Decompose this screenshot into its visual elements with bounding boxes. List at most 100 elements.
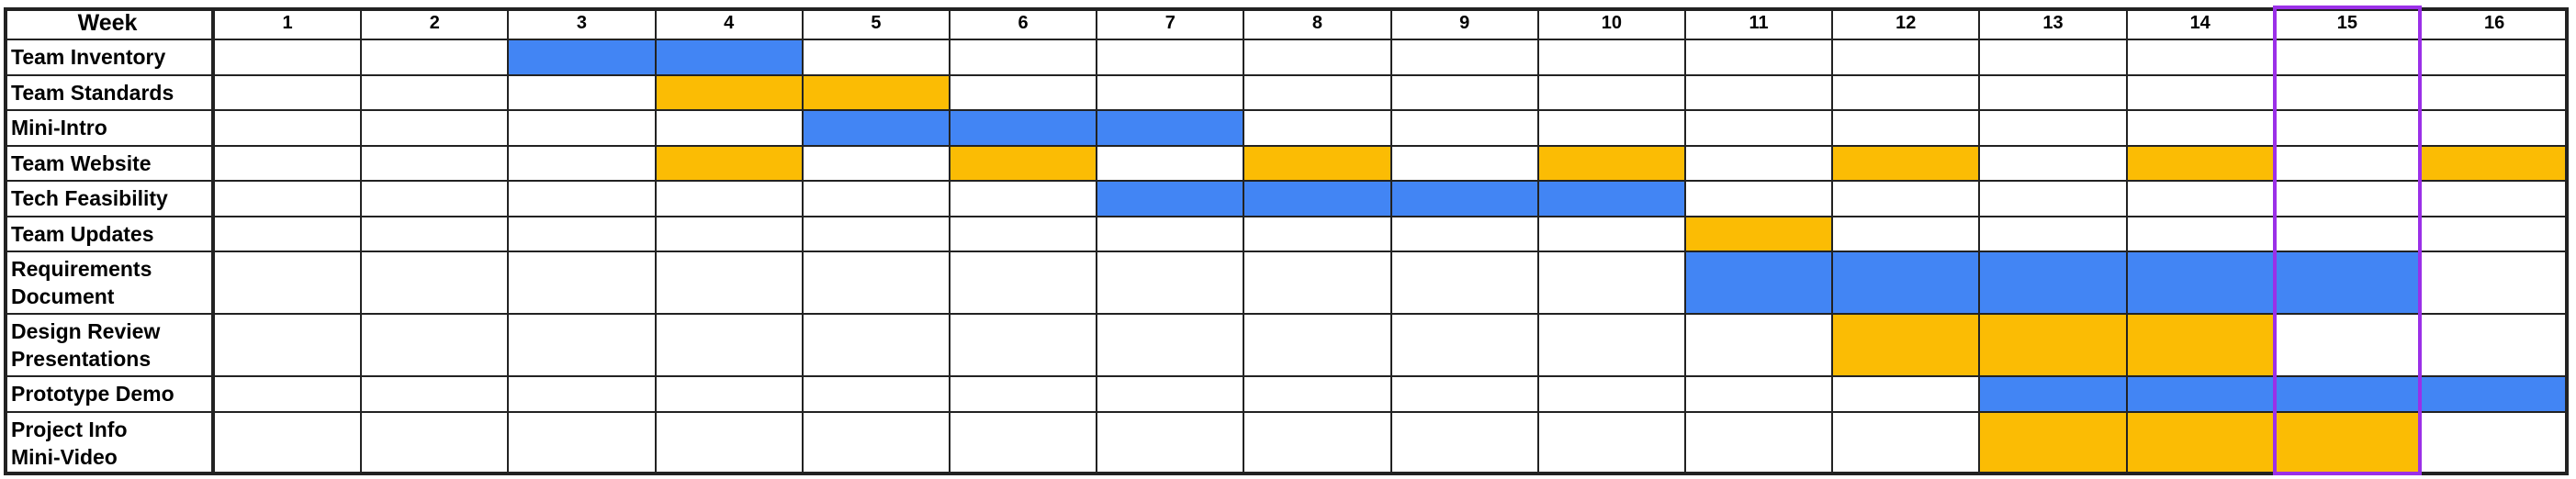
gantt-empty-cell	[509, 315, 657, 377]
gantt-empty-cell	[362, 412, 510, 475]
gantt-bar-cell	[2127, 315, 2275, 377]
gantt-empty-cell	[2274, 75, 2422, 111]
gantt-empty-cell	[1833, 377, 1981, 413]
gantt-empty-cell	[803, 217, 951, 252]
gantt-empty-cell	[1391, 75, 1539, 111]
gantt-bar-cell	[1686, 252, 1834, 315]
gantt-bar-cell	[2422, 146, 2570, 182]
gantt-empty-cell	[1833, 111, 1981, 147]
gantt-bar-cell	[2274, 252, 2422, 315]
gantt-empty-cell	[509, 412, 657, 475]
gantt-empty-cell	[2422, 75, 2570, 111]
gantt-empty-cell	[215, 146, 363, 182]
gantt-empty-cell	[656, 315, 804, 377]
gantt-bar-cell	[1833, 315, 1981, 377]
gantt-empty-cell	[1097, 40, 1245, 76]
gantt-empty-cell	[1097, 252, 1245, 315]
week-header-3: 3	[509, 7, 657, 40]
week-header-10: 10	[1538, 7, 1686, 40]
gantt-empty-cell	[215, 377, 363, 413]
gantt-empty-cell	[1244, 217, 1392, 252]
gantt-empty-cell	[1391, 252, 1539, 315]
week-header-7: 7	[1097, 7, 1245, 40]
gantt-empty-cell	[1980, 111, 2128, 147]
gantt-empty-cell	[2127, 217, 2275, 252]
week-header-9: 9	[1391, 7, 1539, 40]
gantt-empty-cell	[951, 315, 1098, 377]
gantt-empty-cell	[362, 111, 510, 147]
gantt-bar-cell	[656, 146, 804, 182]
gantt-empty-cell	[1244, 40, 1392, 76]
gantt-empty-cell	[1686, 377, 1834, 413]
week-header-11: 11	[1686, 7, 1834, 40]
gantt-bar-cell	[1980, 377, 2128, 413]
gantt-empty-cell	[1833, 217, 1981, 252]
gantt-bar-cell	[1538, 146, 1686, 182]
gantt-bar-cell	[1980, 412, 2128, 475]
gantt-empty-cell	[1244, 75, 1392, 111]
gantt-empty-cell	[1686, 182, 1834, 217]
gantt-empty-cell	[1686, 40, 1834, 76]
gantt-empty-cell	[803, 412, 951, 475]
gantt-bar-cell	[1391, 182, 1539, 217]
week-header-2: 2	[362, 7, 510, 40]
gantt-empty-cell	[2127, 40, 2275, 76]
task-label: Mini-Intro	[4, 111, 215, 147]
gantt-empty-cell	[803, 146, 951, 182]
gantt-empty-cell	[362, 75, 510, 111]
gantt-empty-cell	[1244, 377, 1392, 413]
gantt-empty-cell	[1980, 217, 2128, 252]
gantt-bar-cell	[1538, 182, 1686, 217]
gantt-empty-cell	[1538, 412, 1686, 475]
gantt-empty-cell	[2422, 111, 2570, 147]
gantt-empty-cell	[951, 40, 1098, 76]
gantt-empty-cell	[2274, 315, 2422, 377]
gantt-empty-cell	[1686, 315, 1834, 377]
gantt-empty-cell	[951, 252, 1098, 315]
gantt-empty-cell	[2274, 40, 2422, 76]
gantt-empty-cell	[656, 217, 804, 252]
gantt-empty-cell	[1833, 75, 1981, 111]
gantt-empty-cell	[2274, 111, 2422, 147]
week-header-8: 8	[1244, 7, 1392, 40]
task-label: Tech Feasibility	[4, 182, 215, 217]
gantt-empty-cell	[1686, 111, 1834, 147]
gantt-bar-cell	[2127, 377, 2275, 413]
gantt-empty-cell	[951, 182, 1098, 217]
gantt-empty-cell	[215, 217, 363, 252]
week-header-12: 12	[1833, 7, 1981, 40]
gantt-empty-cell	[803, 182, 951, 217]
gantt-bar-cell	[1980, 315, 2128, 377]
gantt-empty-cell	[951, 75, 1098, 111]
gantt-empty-cell	[215, 111, 363, 147]
gantt-empty-cell	[1244, 111, 1392, 147]
gantt-empty-cell	[2422, 40, 2570, 76]
gantt-bar-cell	[509, 40, 657, 76]
gantt-empty-cell	[215, 75, 363, 111]
gantt-bar-cell	[2127, 146, 2275, 182]
gantt-empty-cell	[362, 146, 510, 182]
gantt-empty-cell	[1097, 412, 1245, 475]
gantt-empty-cell	[1833, 412, 1981, 475]
gantt-empty-cell	[2274, 217, 2422, 252]
task-label: Team Updates	[4, 217, 215, 252]
gantt-empty-cell	[362, 315, 510, 377]
gantt-bar-cell	[2422, 377, 2570, 413]
gantt-bar-cell	[656, 75, 804, 111]
gantt-empty-cell	[1980, 182, 2128, 217]
week-header-13: 13	[1980, 7, 2128, 40]
gantt-empty-cell	[1980, 146, 2128, 182]
gantt-bar-cell	[1833, 252, 1981, 315]
gantt-empty-cell	[656, 111, 804, 147]
gantt-empty-cell	[2422, 315, 2570, 377]
task-label: Team Website	[4, 146, 215, 182]
gantt-empty-cell	[803, 40, 951, 76]
gantt-empty-cell	[1391, 315, 1539, 377]
week-header-5: 5	[803, 7, 951, 40]
gantt-empty-cell	[1391, 40, 1539, 76]
gantt-empty-cell	[509, 182, 657, 217]
gantt-empty-cell	[1097, 146, 1245, 182]
week-header-6: 6	[951, 7, 1098, 40]
task-label: Design Review Presentations	[4, 315, 215, 377]
gantt-empty-cell	[1097, 75, 1245, 111]
